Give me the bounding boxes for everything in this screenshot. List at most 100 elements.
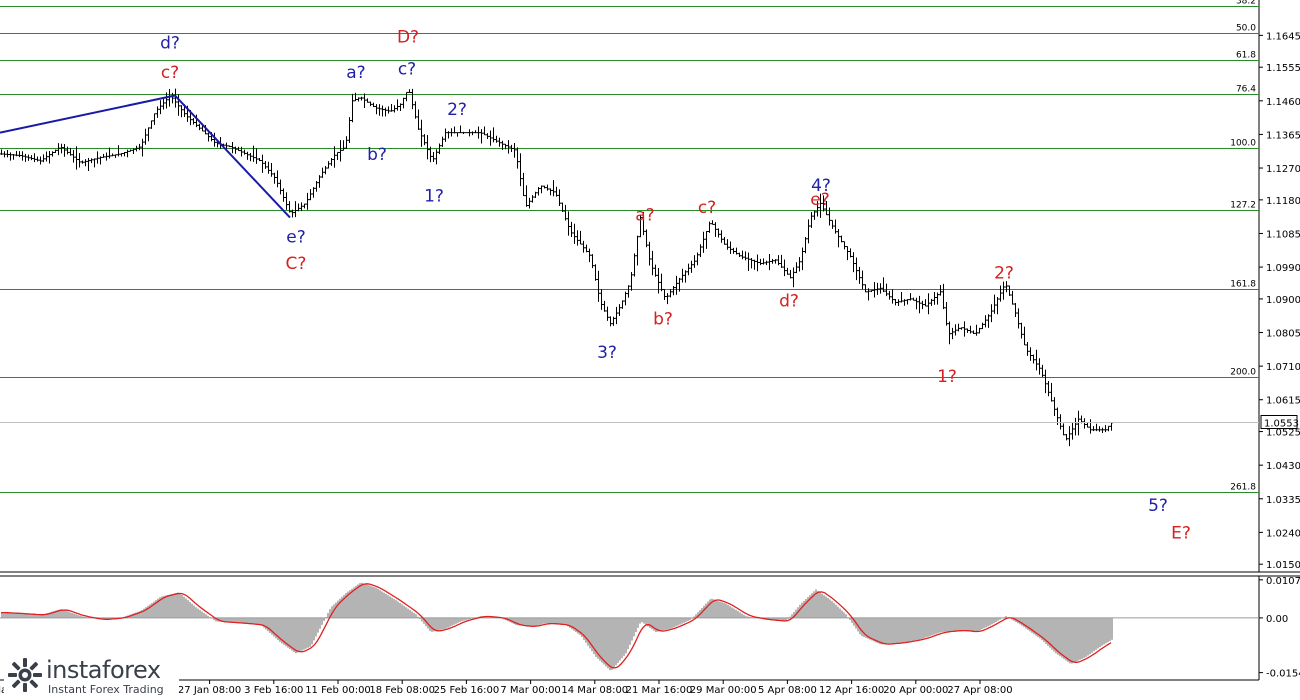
histogram-bar — [675, 617, 677, 627]
histogram-bar — [611, 617, 613, 670]
histogram-bar — [389, 596, 391, 618]
histogram-bar — [355, 585, 357, 618]
fib-level-label: 161.8 — [1230, 280, 1256, 290]
histogram-bar — [831, 601, 833, 618]
histogram-bar — [163, 595, 165, 618]
histogram-bar — [879, 617, 881, 645]
histogram-bar — [397, 601, 399, 618]
histogram-bar — [969, 617, 971, 632]
histogram-bar — [1101, 617, 1103, 646]
histogram-bar — [1089, 617, 1091, 655]
time-tick-label: 29 Mar 00:00 — [690, 685, 757, 696]
histogram-bar — [1075, 617, 1077, 662]
histogram-bar — [891, 617, 893, 644]
histogram-bar — [887, 617, 889, 644]
histogram-bar — [173, 593, 175, 618]
histogram-bar — [885, 617, 887, 645]
wave-label: C? — [286, 254, 307, 274]
histogram-bar — [679, 617, 681, 625]
histogram-bar — [937, 617, 939, 634]
histogram-bar — [841, 610, 843, 618]
histogram-bar — [541, 617, 543, 625]
histogram-bar — [287, 617, 289, 648]
instaforex-logo-icon — [8, 658, 42, 692]
histogram-bar — [3, 612, 5, 618]
wave-label: d? — [779, 292, 799, 312]
price-tick-label: 1.1085 — [1266, 229, 1300, 240]
histogram-bar — [955, 617, 957, 631]
histogram-bar — [547, 617, 549, 624]
histogram-bar — [1079, 617, 1081, 660]
histogram-bar — [401, 604, 403, 618]
price-tick-label: 1.0615 — [1266, 396, 1300, 407]
histogram-bar — [643, 617, 645, 624]
histogram-bar — [1, 612, 3, 618]
histogram-bar — [1095, 617, 1097, 650]
current-price-label: 1.0553 — [1264, 419, 1299, 430]
wave-label: e? — [286, 227, 305, 247]
histogram-bar — [835, 604, 837, 618]
histogram-bar — [843, 612, 845, 618]
histogram-bar — [63, 610, 65, 618]
wave-label: a? — [346, 63, 365, 83]
histogram-bar — [715, 600, 717, 618]
histogram-bar — [941, 617, 943, 632]
histogram-bar — [377, 588, 379, 618]
histogram-bar — [321, 617, 323, 625]
histogram-bar — [457, 617, 459, 623]
histogram-bar — [823, 595, 825, 618]
current-price-badge: 1.0553 — [1260, 415, 1299, 430]
histogram-bar — [933, 617, 935, 635]
histogram-bar — [449, 617, 451, 627]
wave-label: 1? — [937, 367, 957, 387]
histogram-bar — [189, 601, 191, 618]
histogram-bar — [845, 614, 847, 618]
histogram-bar — [649, 617, 651, 628]
histogram-bar — [889, 617, 891, 644]
histogram-bar — [359, 583, 361, 618]
histogram-bar — [441, 617, 443, 630]
histogram-bar — [919, 617, 921, 640]
histogram-bar — [203, 612, 205, 618]
histogram-bar — [459, 617, 461, 622]
price-tick-label: 1.1180 — [1266, 196, 1300, 207]
price-tick-label: 1.0430 — [1266, 461, 1300, 472]
histogram-bar — [307, 617, 309, 648]
histogram-bar — [839, 608, 841, 618]
histogram-bar — [17, 613, 19, 618]
fib-level-label: 127.2 — [1230, 201, 1256, 211]
price-tick-label: 1.1645 — [1266, 31, 1300, 42]
histogram-bar — [741, 613, 743, 618]
histogram-bar — [1069, 617, 1071, 664]
histogram-bar — [709, 599, 711, 618]
histogram-bar — [67, 611, 69, 618]
histogram-bar — [827, 598, 829, 618]
histogram-bar — [445, 617, 447, 629]
histogram-bar — [69, 612, 71, 618]
histogram-bar — [1021, 617, 1023, 626]
histogram-bar — [311, 617, 313, 645]
histogram-bar — [179, 593, 181, 618]
histogram-bar — [939, 617, 941, 633]
wave-label: b? — [653, 309, 673, 329]
histogram-bar — [1087, 617, 1089, 656]
histogram-bar — [963, 617, 965, 631]
histogram-bar — [371, 586, 373, 618]
forex-chart: 38.2 50.0 61.8 76.4 100.0 127.2 161.8 200.0 261.… — [0, 0, 1300, 700]
histogram-bar — [737, 611, 739, 618]
histogram-bar — [943, 617, 945, 632]
wave-label: a? — [635, 205, 654, 225]
histogram-bar — [185, 598, 187, 618]
histogram-bar — [353, 587, 355, 618]
histogram-bar — [455, 617, 457, 624]
histogram-bar — [403, 605, 405, 618]
histogram-bar — [619, 617, 621, 661]
histogram-bar — [303, 617, 305, 650]
histogram-bar — [23, 613, 25, 618]
histogram-bar — [29, 614, 31, 618]
histogram-bar — [801, 602, 803, 618]
histogram-bar — [617, 617, 619, 663]
wave-label: D? — [397, 27, 419, 47]
histogram-bar — [447, 617, 449, 628]
histogram-bar — [971, 617, 973, 632]
